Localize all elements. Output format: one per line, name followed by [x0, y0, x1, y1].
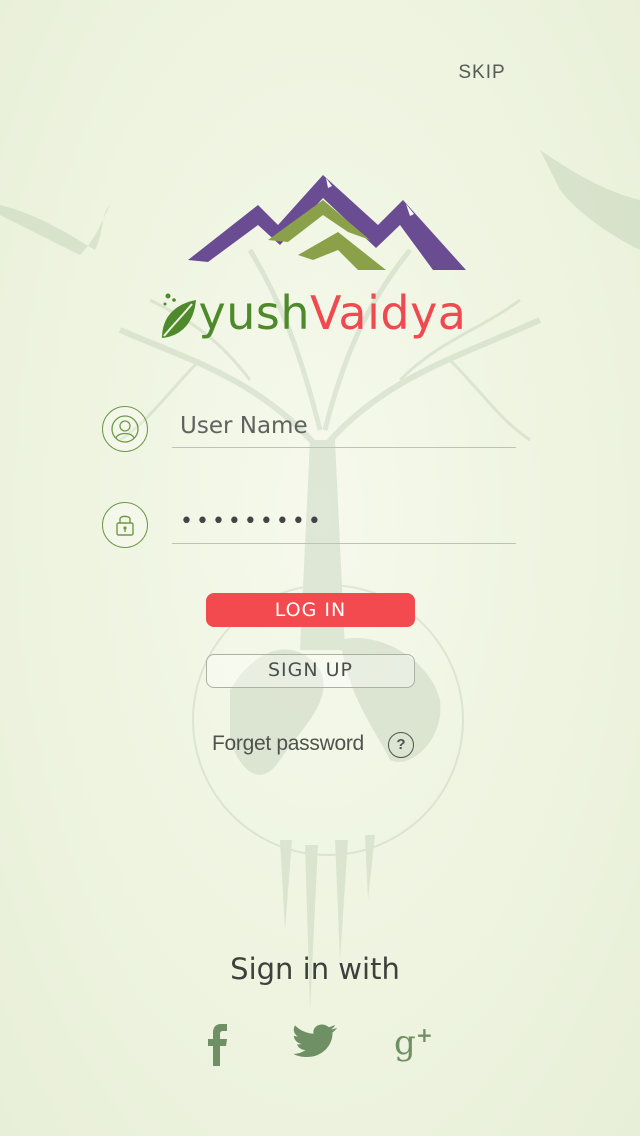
facebook-icon [208, 1024, 227, 1066]
brand-letter-v: V [310, 286, 339, 340]
forgot-password-label: Forget password [212, 732, 364, 755]
google-plus-icon: g + [394, 1024, 433, 1063]
leaf-icon [162, 293, 196, 338]
login-button[interactable]: LOG IN [206, 593, 415, 627]
skip-button[interactable]: SKIP [450, 60, 514, 86]
signup-button[interactable]: SIGN UP [206, 654, 415, 688]
twitter-icon [293, 1024, 337, 1058]
svg-text:g: g [394, 1024, 416, 1063]
google-plus-button[interactable]: g + [390, 1024, 440, 1074]
username-row [102, 404, 522, 458]
svg-text:+: + [416, 1024, 433, 1047]
username-input[interactable] [172, 404, 516, 448]
brand-name-vaidya: Vaidya [310, 286, 467, 340]
password-row [102, 500, 522, 554]
mountain-logo-icon [188, 175, 466, 270]
lock-icon [102, 502, 148, 548]
brand-name-ayush: Ayush [198, 286, 310, 340]
twitter-button[interactable] [290, 1024, 340, 1074]
brand-name: AyushVaidya [160, 278, 510, 348]
user-icon [102, 406, 148, 452]
facebook-button[interactable] [192, 1024, 242, 1074]
password-input[interactable] [172, 500, 516, 544]
app-logo: AyushVaidya [160, 170, 510, 350]
social-signin-heading: Sign in with [230, 952, 400, 986]
question-icon: ? [388, 732, 414, 758]
forgot-password-link[interactable]: Forget password ? [212, 728, 422, 764]
